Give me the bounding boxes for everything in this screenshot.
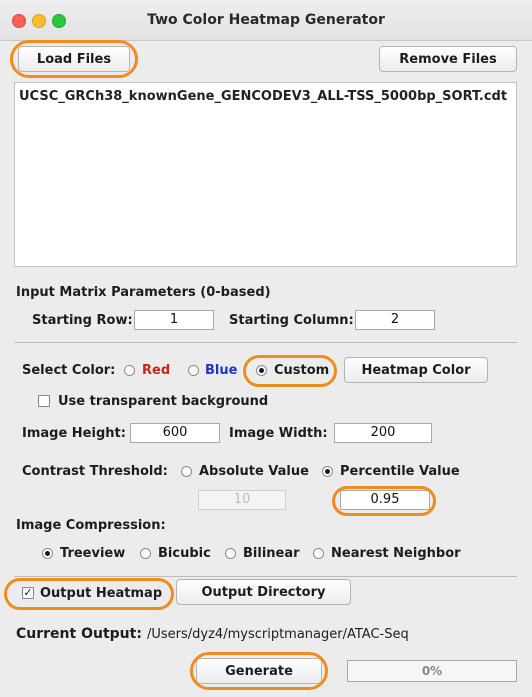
starting-row-label: Starting Row: (32, 313, 133, 328)
image-height-label: Image Height: (22, 426, 126, 441)
output-directory-button[interactable]: Output Directory (176, 579, 351, 605)
absolute-value-label: Absolute Value (199, 464, 309, 479)
output-heatmap-checkbox[interactable]: ✓ (22, 587, 34, 599)
generate-button[interactable]: Generate (196, 658, 322, 684)
color-blue-radio[interactable] (188, 365, 199, 376)
color-custom-label: Custom (274, 363, 330, 378)
current-output-label: Current Output: (16, 626, 142, 642)
image-width-label: Image Width: (229, 426, 328, 441)
percentile-value-radio[interactable] (322, 466, 333, 477)
select-color-label: Select Color: (22, 363, 116, 378)
heatmap-color-button[interactable]: Heatmap Color (344, 357, 488, 383)
percentile-value-label: Percentile Value (340, 464, 460, 479)
nearest-neighbor-label: Nearest Neighbor (331, 546, 461, 561)
progress-text: 0% (421, 664, 443, 678)
absolute-value-input[interactable]: 10 (198, 490, 286, 510)
percentile-value-input[interactable]: 0.95 (340, 490, 430, 510)
starting-row-input[interactable]: 1 (134, 310, 214, 330)
bilinear-radio[interactable] (225, 548, 236, 559)
color-blue-label: Blue (205, 363, 238, 378)
current-output-path: /Users/dyz4/myscriptmanager/ATAC-Seq (147, 627, 409, 642)
bicubic-radio[interactable] (140, 548, 151, 559)
starting-column-label: Starting Column: (229, 313, 354, 328)
image-height-input[interactable]: 600 (130, 423, 220, 443)
generate-progress-bar: 0% (347, 660, 517, 682)
output-heatmap-label: Output Heatmap (40, 586, 163, 601)
starting-column-input[interactable]: 2 (355, 310, 435, 330)
absolute-value-radio[interactable] (181, 466, 192, 477)
matrix-params-heading: Input Matrix Parameters (0-based) (16, 285, 271, 300)
file-list-item[interactable]: UCSC_GRCh38_knownGene_GENCODEV3_ALL-TSS_… (19, 89, 507, 104)
color-red-radio[interactable] (124, 365, 135, 376)
color-red-label: Red (142, 363, 171, 378)
bicubic-label: Bicubic (158, 546, 211, 561)
title-bar: Two Color Heatmap Generator (0, 0, 532, 41)
treeview-label: Treeview (60, 546, 126, 561)
treeview-radio[interactable] (42, 548, 53, 559)
divider (14, 576, 517, 577)
load-files-button[interactable]: Load Files (18, 46, 130, 72)
transparent-background-checkbox[interactable] (38, 395, 50, 407)
contrast-threshold-label: Contrast Threshold: (22, 464, 168, 479)
divider (14, 342, 517, 343)
file-list[interactable]: UCSC_GRCh38_knownGene_GENCODEV3_ALL-TSS_… (14, 82, 517, 267)
bilinear-label: Bilinear (243, 546, 300, 561)
window-title: Two Color Heatmap Generator (147, 12, 385, 28)
image-width-input[interactable]: 200 (334, 423, 432, 443)
remove-files-button[interactable]: Remove Files (379, 46, 517, 72)
image-compression-label: Image Compression: (16, 518, 166, 533)
nearest-neighbor-radio[interactable] (313, 548, 324, 559)
color-custom-radio[interactable] (256, 365, 267, 376)
transparent-background-label: Use transparent background (58, 394, 269, 409)
